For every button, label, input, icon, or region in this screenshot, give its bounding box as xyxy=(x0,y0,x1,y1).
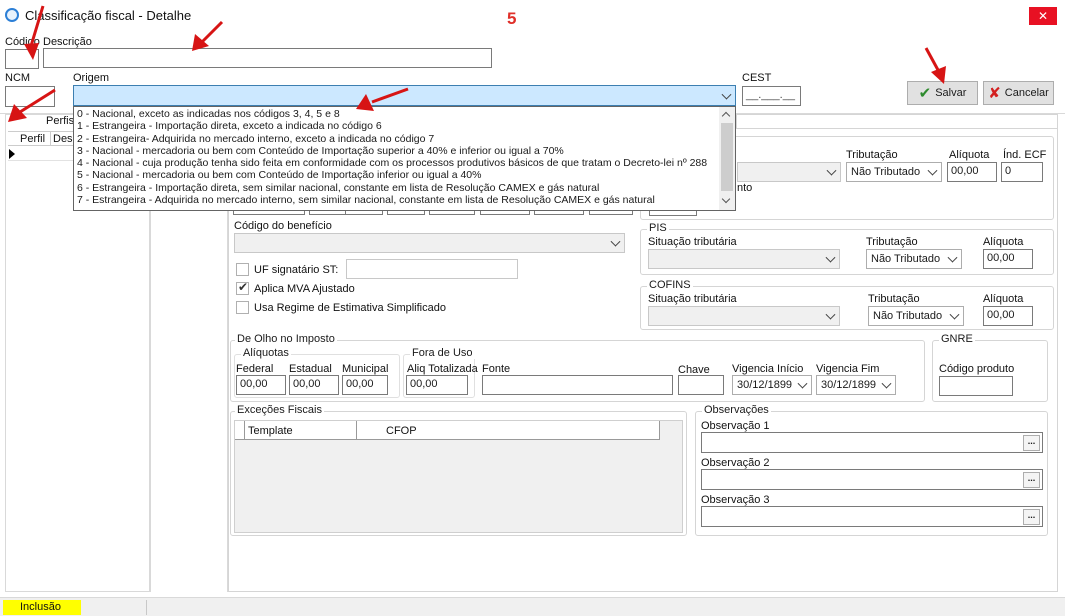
arrow-to-ncm-icon xyxy=(8,88,56,122)
arrow-to-origem-option-icon xyxy=(356,87,409,111)
annotation-arrows xyxy=(8,5,946,122)
arrow-to-descricao-icon xyxy=(192,20,224,51)
arrow-to-salvar-icon xyxy=(924,47,946,84)
arrow-to-codigo-icon xyxy=(24,5,45,60)
